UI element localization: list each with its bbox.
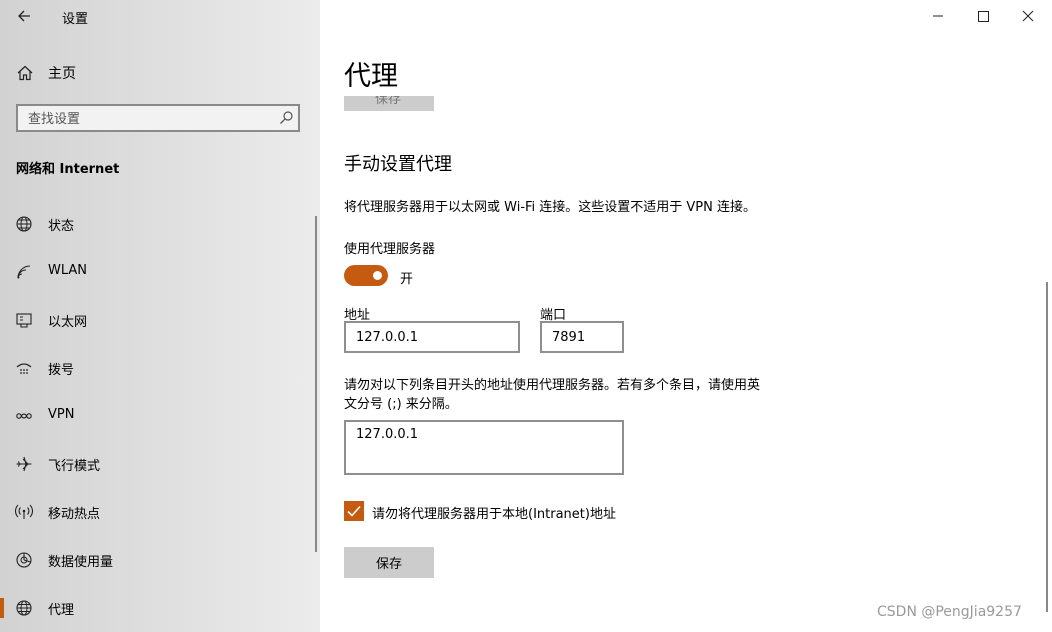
- close-icon: [1022, 10, 1034, 22]
- sidebar-item-label: 飞行模式: [48, 459, 101, 474]
- hotspot-icon: [15, 504, 33, 519]
- selected-indicator: [0, 598, 4, 618]
- sidebar-item-label: 拨号: [48, 363, 75, 378]
- globe-icon: [16, 600, 32, 616]
- data-usage-icon: [16, 552, 32, 568]
- sidebar-item-label: 以太网: [48, 315, 88, 330]
- port-input[interactable]: [540, 321, 624, 353]
- toggle-knob: [373, 271, 382, 280]
- exceptions-textarea[interactable]: 127.0.0.1: [344, 420, 624, 475]
- sidebar-item-wlan[interactable]: WLAN: [0, 252, 310, 292]
- minimize-button[interactable]: [928, 6, 948, 26]
- settings-search[interactable]: [16, 104, 300, 132]
- sidebar-item-data-usage[interactable]: 数据使用量: [0, 540, 310, 580]
- back-button[interactable]: [14, 5, 36, 27]
- app-title: 设置: [62, 12, 89, 27]
- back-arrow-icon: [18, 10, 30, 22]
- page-title: 代理: [344, 61, 398, 92]
- sidebar-item-label: WLAN: [48, 263, 88, 278]
- search-input[interactable]: [26, 109, 270, 129]
- bypass-local-label[interactable]: 请勿将代理服务器用于本地(Intranet)地址: [372, 503, 616, 522]
- sidebar: 设置 主页 网络和 Internet 状态 WLAN: [0, 0, 320, 632]
- use-proxy-label: 使用代理服务器: [344, 242, 436, 257]
- sidebar-item-ethernet[interactable]: 以太网: [0, 300, 310, 340]
- sidebar-item-label: VPN: [48, 407, 75, 422]
- sidebar-item-vpn[interactable]: VPN: [0, 396, 310, 436]
- sidebar-item-dialup[interactable]: 拨号: [0, 348, 310, 388]
- exceptions-description-line: 文分号 (;) 来分隔。: [344, 397, 458, 412]
- sidebar-item-label: 移动热点: [48, 507, 101, 522]
- maximize-icon: [978, 11, 989, 22]
- exceptions-description: 请勿对以下列条目开头的地址使用代理服务器。若有多个条目，请使用英 文分号 (;)…: [344, 376, 804, 414]
- watermark: CSDN @PengJia9257: [877, 604, 1022, 620]
- close-button[interactable]: [1018, 6, 1038, 26]
- dialup-icon: [16, 363, 32, 374]
- sidebar-item-label: 状态: [48, 219, 75, 234]
- bypass-local-checkbox[interactable]: [344, 501, 364, 521]
- address-input[interactable]: [344, 321, 520, 353]
- sidebar-item-status[interactable]: 状态: [0, 204, 310, 244]
- checkmark-icon: [347, 505, 361, 517]
- main-scrollbar[interactable]: [1046, 282, 1048, 612]
- home-icon: [17, 65, 33, 81]
- sidebar-item-proxy[interactable]: 代理: [0, 588, 310, 628]
- auto-proxy-save-button[interactable]: 保存: [344, 96, 434, 111]
- save-button[interactable]: 保存: [344, 547, 434, 578]
- sidebar-scrollbar[interactable]: [315, 216, 317, 552]
- section-description: 将代理服务器用于以太网或 Wi-Fi 连接。这些设置不适用于 VPN 连接。: [344, 200, 757, 215]
- sidebar-item-hotspot[interactable]: 移动热点: [0, 492, 310, 532]
- exceptions-description-line: 请勿对以下列条目开头的地址使用代理服务器。若有多个条目，请使用英: [344, 378, 761, 393]
- sidebar-item-label: 数据使用量: [48, 555, 114, 570]
- search-icon[interactable]: [278, 110, 294, 126]
- home-label: 主页: [48, 66, 76, 82]
- globe-status-icon: [16, 216, 32, 232]
- use-proxy-toggle[interactable]: [344, 265, 388, 286]
- wifi-icon: [17, 265, 31, 279]
- maximize-button[interactable]: [973, 6, 993, 26]
- toggle-state-label: 开: [400, 272, 414, 287]
- minimize-icon: [933, 15, 943, 17]
- section-title: 网络和 Internet: [16, 162, 120, 177]
- sidebar-item-airplane[interactable]: 飞行模式: [0, 444, 310, 484]
- airplane-icon: [16, 456, 32, 472]
- vpn-icon: [16, 413, 32, 419]
- section-heading: 手动设置代理: [344, 154, 452, 175]
- sidebar-item-label: 代理: [48, 603, 75, 618]
- ethernet-icon: [16, 313, 32, 328]
- auto-proxy-save-label: 保存: [375, 96, 402, 107]
